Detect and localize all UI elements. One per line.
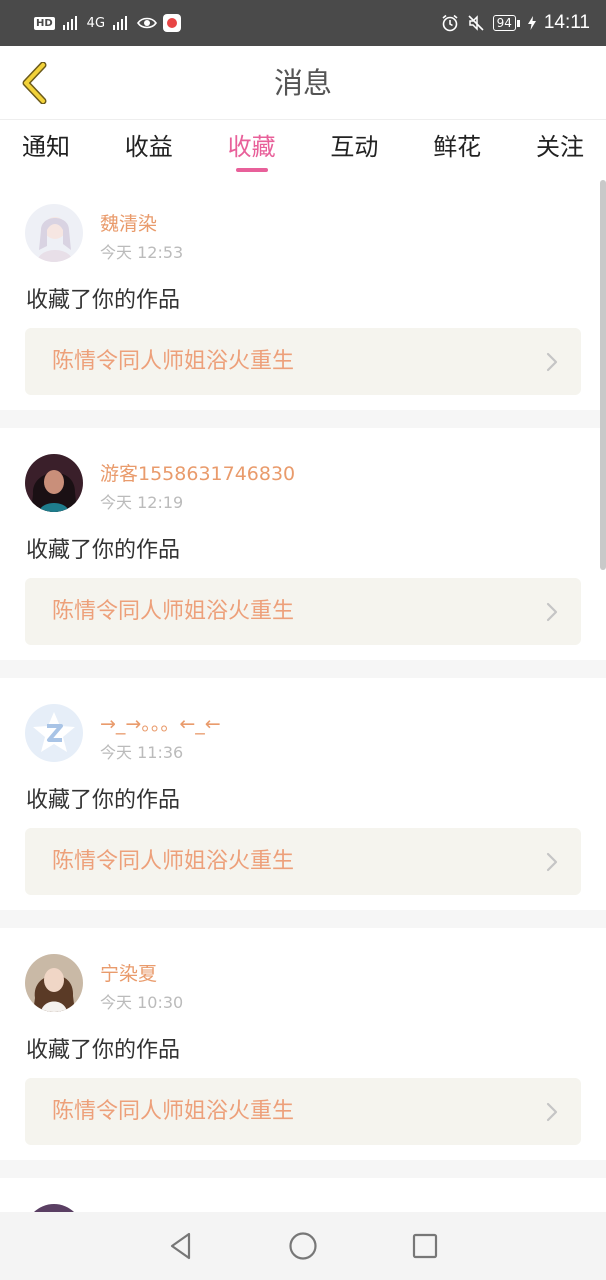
list-item: 宁染夏 今天 10:30 收藏了你的作品 陈情令同人师姐浴火重生 (0, 928, 606, 1178)
mute-icon (468, 15, 484, 31)
triangle-back-icon (170, 1232, 191, 1260)
work-title: 陈情令同人师姐浴火重生 (52, 349, 295, 374)
user-name[interactable]: 游客1558631746830 (100, 459, 295, 486)
avatar[interactable] (25, 704, 83, 762)
work-link[interactable]: 陈情令同人师姐浴火重生 (25, 1078, 581, 1145)
signal-icon (62, 16, 77, 30)
message-action: 收藏了你的作品 (26, 288, 181, 313)
message-action: 收藏了你的作品 (26, 788, 181, 813)
battery-level: 94 (492, 15, 516, 31)
work-title: 陈情令同人师姐浴火重生 (52, 849, 295, 874)
clock: 14:11 (543, 12, 590, 33)
chevron-right-icon (546, 352, 558, 372)
nav-recents-button[interactable] (405, 1226, 445, 1266)
avatar[interactable] (25, 204, 83, 262)
message-time: 今天 12:53 (100, 243, 184, 262)
work-title: 陈情令同人师姐浴火重生 (52, 599, 295, 624)
tab-label: 关注 (535, 133, 584, 161)
list-item: 魏清染 今天 12:53 收藏了你的作品 陈情令同人师姐浴火重生 (0, 178, 606, 428)
avatar[interactable] (25, 454, 83, 512)
tab-label: 鲜花 (433, 133, 482, 161)
message-action: 收藏了你的作品 (26, 1038, 181, 1063)
eye-icon (137, 17, 157, 29)
active-tab-indicator (235, 168, 268, 172)
alarm-icon (442, 14, 458, 32)
tab-label: 通知 (22, 133, 70, 161)
app-notification-icon (163, 14, 182, 32)
chevron-right-icon (546, 1102, 558, 1122)
work-title: 陈情令同人师姐浴火重生 (52, 1099, 295, 1124)
chevron-right-icon (546, 602, 558, 622)
message-tabs: 通知 收益 收藏 互动 鲜花 关注 (0, 120, 606, 178)
screen: HD 4G 94 14:11 消息 通知 收益 收藏 互动 鲜花 关注 魏清染 … (0, 0, 606, 1280)
message-list[interactable]: 魏清染 今天 12:53 收藏了你的作品 陈情令同人师姐浴火重生 游客15586… (0, 178, 606, 1212)
user-name[interactable]: 宁染夏 (100, 959, 157, 986)
list-item: →_→。。。←_← 今天 11:36 收藏了你的作品 陈情令同人师姐浴火重生 (0, 678, 606, 928)
system-nav-bar (0, 1212, 606, 1280)
circle-home-icon (289, 1232, 317, 1260)
battery-icon: 94 (492, 15, 520, 31)
tab-interactions[interactable]: 互动 (330, 120, 378, 178)
nav-back-button[interactable] (161, 1226, 201, 1266)
chevron-right-icon (546, 852, 558, 872)
work-link[interactable]: 陈情令同人师姐浴火重生 (25, 828, 581, 895)
message-time: 今天 12:19 (100, 493, 184, 512)
status-right: 94 14:11 (441, 12, 590, 34)
tab-earnings[interactable]: 收益 (125, 120, 173, 178)
work-link[interactable]: 陈情令同人师姐浴火重生 (25, 328, 581, 395)
list-item (0, 1178, 606, 1212)
status-left: HD 4G (34, 14, 182, 32)
user-name[interactable]: 魏清染 (100, 209, 157, 236)
app-header: 消息 (0, 46, 606, 120)
avatar[interactable] (25, 954, 83, 1012)
hd-badge: HD (34, 16, 55, 30)
tab-label: 互动 (330, 133, 379, 161)
status-bar: HD 4G 94 14:11 (0, 0, 606, 46)
square-recents-icon (412, 1233, 438, 1259)
charging-icon (527, 16, 536, 30)
tab-flowers[interactable]: 鲜花 (433, 120, 481, 178)
message-time: 今天 11:36 (100, 743, 184, 762)
avatar[interactable] (25, 1204, 83, 1212)
tab-notifications[interactable]: 通知 (22, 120, 70, 178)
tab-favorites[interactable]: 收藏 (228, 120, 276, 178)
message-action: 收藏了你的作品 (26, 538, 181, 563)
message-time: 今天 10:30 (100, 993, 184, 1012)
tab-label: 收益 (124, 133, 173, 161)
user-name[interactable]: →_→。。。←_← (100, 709, 221, 736)
tab-label: 收藏 (227, 133, 276, 161)
nav-home-button[interactable] (283, 1226, 323, 1266)
work-link[interactable]: 陈情令同人师姐浴火重生 (25, 578, 581, 645)
list-item: 游客1558631746830 今天 12:19 收藏了你的作品 陈情令同人师姐… (0, 428, 606, 678)
page-title: 消息 (273, 66, 332, 100)
signal-icon (113, 16, 128, 30)
scrollbar[interactable] (600, 180, 606, 570)
network-type: 4G (86, 15, 106, 31)
tab-follows[interactable]: 关注 (536, 120, 584, 178)
